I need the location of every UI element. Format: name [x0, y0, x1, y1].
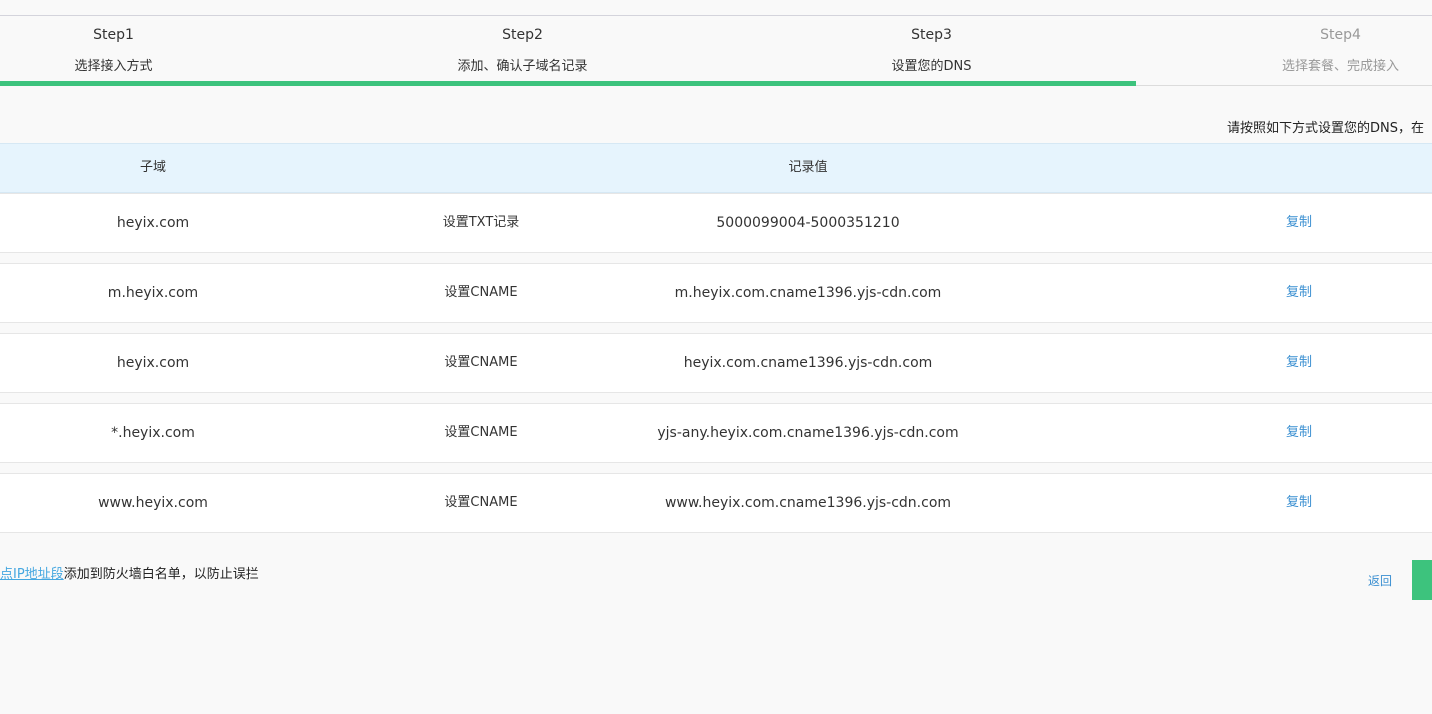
dns-instruction-text: 请按照如下方式设置您的DNS，在 — [1227, 121, 1424, 136]
next-button[interactable] — [1412, 560, 1432, 600]
step-2-title: 添加、确认子域名记录 — [457, 59, 588, 74]
table-row: heyix.com 设置TXT记录 5000099004-5000351210 … — [0, 193, 1432, 253]
step-4-title: 选择套餐、完成接入 — [1281, 59, 1399, 74]
row-record-type: 设置CNAME — [444, 495, 518, 510]
step-1-number: Step1 — [93, 27, 134, 43]
row-record-type: 设置CNAME — [444, 285, 518, 300]
table-row: m.heyix.com 设置CNAME m.heyix.com.cname139… — [0, 263, 1432, 323]
ip-range-link[interactable]: 点IP地址段 — [0, 567, 64, 582]
step-1-title: 选择接入方式 — [74, 59, 153, 74]
back-button[interactable]: 返回 — [1368, 572, 1392, 589]
row-record-value: heyix.com.cname1396.yjs-cdn.com — [683, 355, 933, 371]
step-4-number: Step4 — [1320, 27, 1361, 43]
row-record-type: 设置TXT记录 — [442, 215, 520, 230]
copy-button[interactable]: 复制 — [1286, 404, 1312, 462]
copy-button[interactable]: 复制 — [1286, 194, 1312, 252]
step-2-number: Step2 — [502, 27, 543, 43]
table-row: www.heyix.com 设置CNAME www.heyix.com.cnam… — [0, 473, 1432, 533]
row-subdomain: m.heyix.com — [107, 285, 199, 301]
copy-button[interactable]: 复制 — [1286, 474, 1312, 532]
copy-button[interactable]: 复制 — [1286, 264, 1312, 322]
step-3-title: 设置您的DNS — [891, 59, 972, 74]
table-row: heyix.com 设置CNAME heyix.com.cname1396.yj… — [0, 333, 1432, 393]
firewall-note: 点IP地址段添加到防火墙白名单，以防止误拦 — [0, 563, 259, 582]
row-record-value: www.heyix.com.cname1396.yjs-cdn.com — [664, 495, 952, 511]
row-record-type: 设置CNAME — [444, 355, 518, 370]
table-row: *.heyix.com 设置CNAME yjs-any.heyix.com.cn… — [0, 403, 1432, 463]
row-subdomain: heyix.com — [116, 215, 190, 231]
step-3-number: Step3 — [911, 27, 952, 43]
row-record-value: 5000099004-5000351210 — [716, 215, 900, 231]
copy-button[interactable]: 复制 — [1286, 334, 1312, 392]
step-indicator: Step1 选择接入方式 Step2 添加、确认子域名记录 Step3 设置您的… — [0, 16, 1432, 86]
row-subdomain: heyix.com — [116, 355, 190, 371]
row-record-type: 设置CNAME — [444, 425, 518, 440]
firewall-note-text: 添加到防火墙白名单，以防止误拦 — [63, 567, 259, 582]
progress-bar-fill — [0, 81, 1136, 86]
row-subdomain: www.heyix.com — [98, 495, 208, 511]
header-record-value: 记录值 — [788, 160, 828, 175]
row-subdomain: *.heyix.com — [111, 425, 195, 441]
table-header: 子域 记录值 — [0, 143, 1432, 193]
row-record-value: yjs-any.heyix.com.cname1396.yjs-cdn.com — [657, 425, 959, 441]
row-record-value: m.heyix.com.cname1396.yjs-cdn.com — [674, 285, 942, 301]
header-subdomain: 子域 — [139, 160, 167, 175]
